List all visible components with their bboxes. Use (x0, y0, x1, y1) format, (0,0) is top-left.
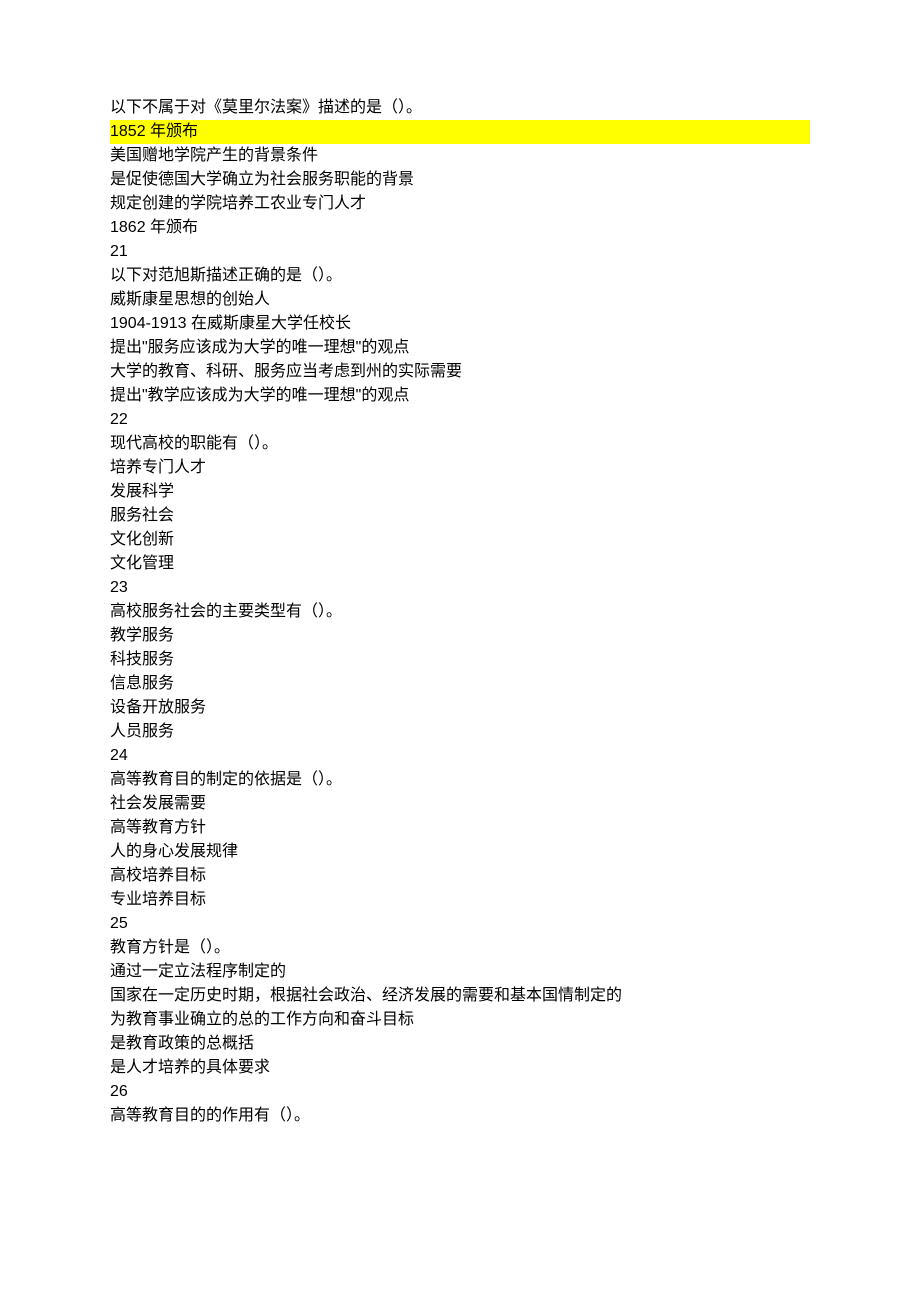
question-number: 24 (110, 744, 810, 768)
question-stem: 现代高校的职能有（）。 (110, 432, 810, 456)
question-number: 22 (110, 408, 810, 432)
option-highlighted: 1852 年颁布 (110, 120, 810, 144)
option: 专业培养目标 (110, 888, 810, 912)
option: 人员服务 (110, 720, 810, 744)
option: 为教育事业确立的总的工作方向和奋斗目标 (110, 1008, 810, 1032)
option: 教学服务 (110, 624, 810, 648)
question-stem: 高校服务社会的主要类型有（）。 (110, 600, 810, 624)
question-stem: 高等教育目的制定的依据是（）。 (110, 768, 810, 792)
option: 美国赠地学院产生的背景条件 (110, 144, 810, 168)
question-number: 26 (110, 1080, 810, 1104)
option: 高等教育方针 (110, 816, 810, 840)
option: 文化管理 (110, 552, 810, 576)
option: 1862 年颁布 (110, 216, 810, 240)
option: 1904-1913 在威斯康星大学任校长 (110, 312, 810, 336)
option: 是促使德国大学确立为社会服务职能的背景 (110, 168, 810, 192)
option: 科技服务 (110, 648, 810, 672)
option: 大学的教育、科研、服务应当考虑到州的实际需要 (110, 360, 810, 384)
option: 是人才培养的具体要求 (110, 1056, 810, 1080)
option: 发展科学 (110, 480, 810, 504)
option: 文化创新 (110, 528, 810, 552)
option: 服务社会 (110, 504, 810, 528)
option: 威斯康星思想的创始人 (110, 288, 810, 312)
option: 社会发展需要 (110, 792, 810, 816)
question-stem: 以下对范旭斯描述正确的是（）。 (110, 264, 810, 288)
option: 人的身心发展规律 (110, 840, 810, 864)
question-number: 25 (110, 912, 810, 936)
option: 高校培养目标 (110, 864, 810, 888)
question-number: 23 (110, 576, 810, 600)
option: 信息服务 (110, 672, 810, 696)
question-stem: 以下不属于对《莫里尔法案》描述的是（）。 (110, 96, 810, 120)
option: 国家在一定历史时期，根据社会政治、经济发展的需要和基本国情制定的 (110, 984, 810, 1008)
question-stem: 高等教育目的的作用有（）。 (110, 1104, 810, 1128)
question-stem: 教育方针是（）。 (110, 936, 810, 960)
option: 通过一定立法程序制定的 (110, 960, 810, 984)
option: 培养专门人才 (110, 456, 810, 480)
option: 提出"教学应该成为大学的唯一理想"的观点 (110, 384, 810, 408)
option: 规定创建的学院培养工农业专门人才 (110, 192, 810, 216)
document-page: { "q20":{"stem":"以下不属于对《莫里尔法案》描述的是（）。","… (0, 0, 920, 1303)
option: 提出"服务应该成为大学的唯一理想"的观点 (110, 336, 810, 360)
option: 是教育政策的总概括 (110, 1032, 810, 1056)
question-number: 21 (110, 240, 810, 264)
option: 设备开放服务 (110, 696, 810, 720)
